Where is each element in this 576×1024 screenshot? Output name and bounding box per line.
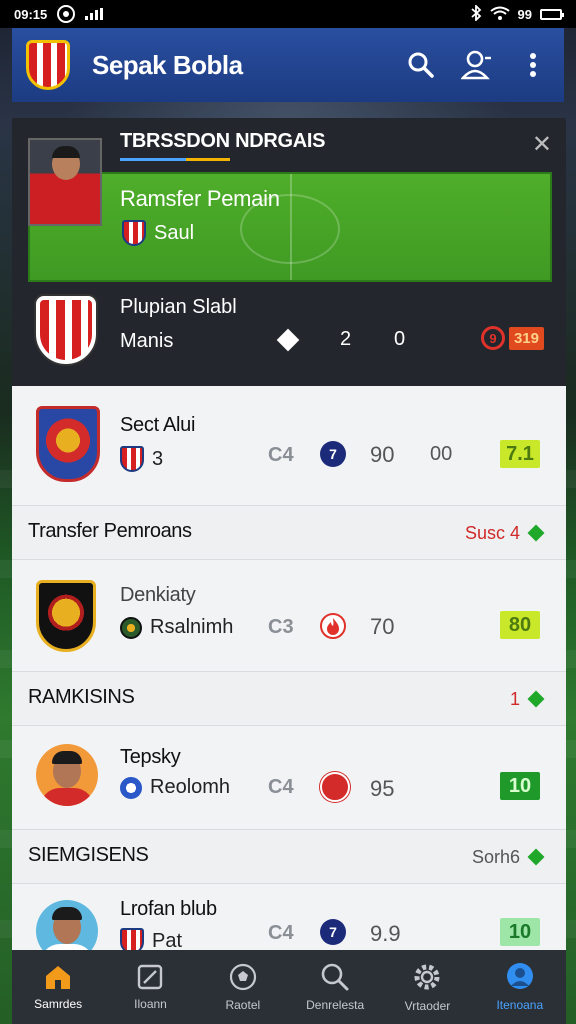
player-name: Tepsky bbox=[120, 746, 181, 768]
app-title: Sepak Bobla bbox=[92, 49, 243, 80]
club-mini-crest-icon bbox=[120, 776, 142, 799]
nav-item-ball[interactable]: Raotel bbox=[197, 950, 289, 1024]
club-badge-icon bbox=[36, 406, 100, 482]
club-crest-icon bbox=[36, 296, 96, 364]
notification-icon bbox=[57, 5, 76, 23]
player-value: 9.9 bbox=[370, 921, 401, 946]
player-name: Lrofan blub bbox=[120, 898, 217, 920]
club-badge-icon bbox=[122, 220, 146, 246]
club-sub: Rsalnimh bbox=[150, 616, 234, 638]
banner-title: Ramsfer Pemain bbox=[120, 186, 280, 211]
list-item[interactable]: Sect Alui 3 C4 7 90 00 7.1 bbox=[12, 386, 566, 506]
club-code: C4 bbox=[268, 444, 294, 466]
status-time: 09:15 bbox=[14, 6, 48, 22]
more-menu-button[interactable] bbox=[516, 48, 550, 82]
section-header[interactable]: SIEMGISENS Sorh6 bbox=[12, 830, 566, 884]
live-ring: 9 bbox=[480, 326, 505, 350]
club-badge-icon bbox=[36, 580, 96, 652]
player-code: C4 bbox=[268, 776, 294, 798]
status-bar: 09:15 99 bbox=[0, 0, 576, 28]
club-crest-logo bbox=[26, 40, 70, 90]
search-icon bbox=[321, 963, 349, 991]
circle-badge: 7 bbox=[320, 441, 346, 467]
featured-panel: Ramsfer Pemain Saul TBRSSDON NDRGAIS ✕ P… bbox=[12, 118, 566, 386]
section-header[interactable]: RAMKISINS 1 bbox=[12, 672, 566, 726]
section-meta: 1 bbox=[509, 689, 520, 709]
user-icon bbox=[461, 50, 491, 80]
section-title: RAMKISINS bbox=[28, 686, 135, 708]
section-header[interactable]: Transfer Pemroans Susc 4 bbox=[12, 506, 566, 560]
live-tag: 319 bbox=[508, 326, 544, 350]
circle-badge: 7 bbox=[320, 919, 346, 945]
list-item[interactable]: Lrofan blub Pat C4 7 9.9 10 bbox=[12, 884, 566, 950]
score-away: 0 bbox=[394, 328, 406, 350]
home-icon bbox=[46, 966, 71, 989]
battery-icon bbox=[540, 8, 564, 20]
search-button[interactable] bbox=[404, 48, 438, 82]
nav-item-edit[interactable]: Iloann bbox=[104, 950, 196, 1024]
club-circle-icon bbox=[320, 772, 350, 802]
flame-icon bbox=[320, 613, 346, 639]
match-subtitle: Manis bbox=[120, 330, 174, 352]
club-name: Sect Alui bbox=[120, 414, 196, 436]
club-code: C3 bbox=[268, 616, 294, 638]
soccer-ball-icon bbox=[229, 963, 256, 991]
score-home: 2 bbox=[340, 328, 352, 350]
section-title: Transfer Pemroans bbox=[28, 520, 192, 542]
club-name: Denkiaty bbox=[120, 584, 196, 606]
search-icon bbox=[408, 52, 434, 78]
app-bar: Sepak Bobla bbox=[12, 28, 564, 102]
club-value: 90 bbox=[370, 442, 395, 467]
title-underline bbox=[120, 158, 230, 161]
section-title: SIEMGISENS bbox=[28, 844, 149, 866]
transfer-banner[interactable]: Ramsfer Pemain Saul bbox=[28, 172, 552, 282]
bluetooth-icon bbox=[470, 3, 482, 24]
wifi-icon bbox=[489, 6, 510, 23]
section-meta: Sorh6 bbox=[471, 847, 520, 867]
settings-icon bbox=[414, 964, 440, 990]
player-avatar bbox=[36, 900, 98, 950]
player-club: Reolomh bbox=[150, 776, 231, 798]
banner-club: Saul bbox=[154, 221, 195, 244]
player-club: Pat bbox=[152, 929, 183, 951]
green-diamond-icon bbox=[527, 690, 545, 708]
edit-icon bbox=[138, 964, 163, 990]
player-photo bbox=[28, 138, 102, 226]
live-badge: 9 319 bbox=[480, 326, 544, 350]
nav-item-settings[interactable]: Vrtaoder bbox=[381, 950, 473, 1024]
panel-title: TBRSSDON NDRGAIS bbox=[120, 130, 326, 152]
player-code: C4 bbox=[268, 922, 294, 944]
club-value: 70 bbox=[370, 614, 395, 639]
battery-level: 99 bbox=[517, 6, 532, 22]
club-value-2: 00 bbox=[430, 443, 453, 465]
list-item[interactable]: Denkiaty Rsalnimh C3 70 80 bbox=[12, 560, 566, 672]
match-row[interactable]: Plupian Slabl Manis 2 0 9 319 bbox=[28, 294, 552, 374]
nav-item-search[interactable]: Denrelesta bbox=[289, 950, 381, 1024]
rating-badge: 10 bbox=[500, 772, 540, 800]
more-vertical-icon bbox=[530, 53, 536, 77]
player-avatar bbox=[36, 744, 98, 806]
profile-icon bbox=[506, 963, 533, 989]
rating-badge: 80 bbox=[500, 611, 540, 639]
green-diamond-icon bbox=[527, 524, 545, 542]
club-mini-crest-icon bbox=[120, 446, 144, 472]
green-diamond-icon bbox=[527, 848, 545, 866]
nav-item-profile[interactable]: Itenoana bbox=[474, 950, 566, 1024]
club-mini-crest-icon bbox=[120, 928, 144, 950]
signal-icon bbox=[85, 8, 104, 20]
club-list: Sect Alui 3 C4 7 90 00 7.1 Transfer Pemr… bbox=[12, 386, 566, 950]
list-item[interactable]: Tepsky Reolomh C4 95 10 bbox=[12, 726, 566, 830]
club-mini-crest-icon bbox=[120, 616, 142, 639]
section-meta: Susc 4 bbox=[464, 523, 520, 543]
player-value: 95 bbox=[370, 776, 395, 801]
diamond-icon bbox=[276, 328, 300, 352]
rating-badge: 10 bbox=[500, 918, 540, 946]
close-icon[interactable]: ✕ bbox=[532, 130, 552, 159]
bottom-navigation: Samrdes Iloann Raotel Denrelesta Vrtaode… bbox=[12, 950, 566, 1024]
nav-item-home[interactable]: Samrdes bbox=[12, 950, 104, 1024]
club-sub: 3 bbox=[152, 447, 164, 470]
match-title: Plupian Slabl bbox=[120, 296, 237, 318]
profile-button[interactable] bbox=[460, 48, 494, 82]
rating-badge: 7.1 bbox=[500, 440, 540, 468]
